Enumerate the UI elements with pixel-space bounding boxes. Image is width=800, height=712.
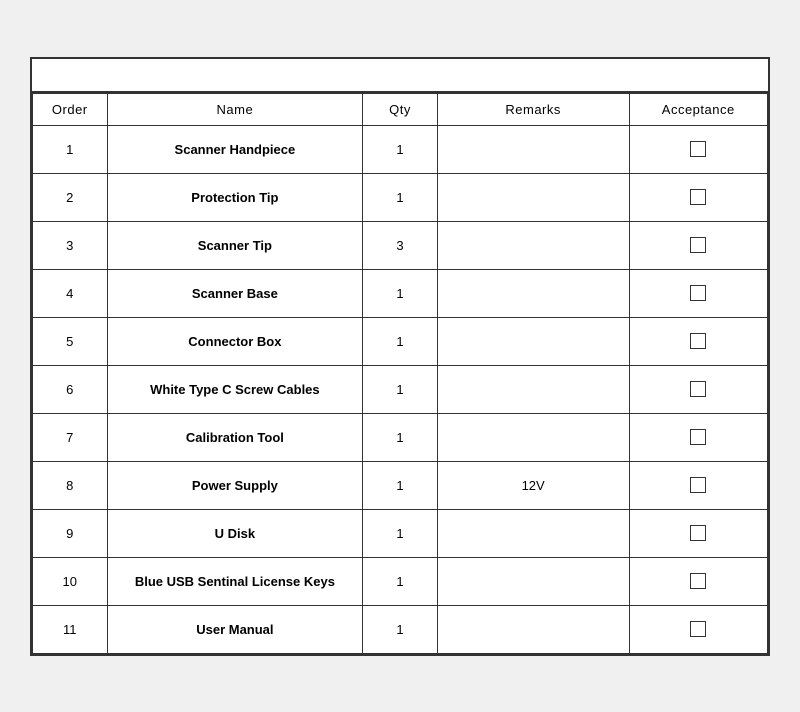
acceptance-checkbox[interactable] [690,381,706,397]
cell-name: Calibration Tool [107,413,363,461]
cell-remarks [437,317,629,365]
cell-order: 1 [33,125,108,173]
acceptance-checkbox[interactable] [690,525,706,541]
cell-remarks [437,413,629,461]
cell-acceptance[interactable] [629,269,768,317]
cell-qty: 1 [363,605,438,653]
table-row: 1Scanner Handpiece1 [33,125,768,173]
cell-acceptance[interactable] [629,317,768,365]
cell-qty: 1 [363,365,438,413]
table-row: 2Protection Tip1 [33,173,768,221]
cell-order: 9 [33,509,108,557]
cell-acceptance[interactable] [629,605,768,653]
cell-order: 2 [33,173,108,221]
cell-order: 10 [33,557,108,605]
cell-order: 11 [33,605,108,653]
table-row: 10Blue USB Sentinal License Keys1 [33,557,768,605]
table-header-row: Order Name Qty Remarks Acceptance [33,93,768,125]
cell-name: Scanner Handpiece [107,125,363,173]
checklist-table: Order Name Qty Remarks Acceptance 1Scann… [32,93,768,654]
cell-order: 4 [33,269,108,317]
cell-name: White Type C Screw Cables [107,365,363,413]
cell-order: 5 [33,317,108,365]
cell-name: U Disk [107,509,363,557]
cell-acceptance[interactable] [629,461,768,509]
cell-name: Scanner Base [107,269,363,317]
table-row: 9U Disk1 [33,509,768,557]
cell-name: User Manual [107,605,363,653]
cell-qty: 1 [363,461,438,509]
acceptance-checkbox[interactable] [690,573,706,589]
acceptance-checkbox[interactable] [690,237,706,253]
cell-remarks [437,365,629,413]
cell-acceptance[interactable] [629,173,768,221]
cell-remarks [437,605,629,653]
cell-acceptance[interactable] [629,221,768,269]
cell-qty: 1 [363,557,438,605]
table-row: 7Calibration Tool1 [33,413,768,461]
table-row: 8Power Supply112V [33,461,768,509]
cell-remarks: 12V [437,461,629,509]
cell-remarks [437,509,629,557]
acceptance-checkbox[interactable] [690,429,706,445]
cell-qty: 1 [363,413,438,461]
acceptance-checkbox[interactable] [690,285,706,301]
acceptance-checkbox[interactable] [690,477,706,493]
cell-remarks [437,269,629,317]
cell-qty: 1 [363,317,438,365]
cell-remarks [437,125,629,173]
checklist-title [32,59,768,93]
cell-remarks [437,221,629,269]
table-row: 6White Type C Screw Cables1 [33,365,768,413]
col-header-name: Name [107,93,363,125]
cell-name: Protection Tip [107,173,363,221]
cell-qty: 1 [363,173,438,221]
cell-qty: 1 [363,125,438,173]
acceptance-checkbox[interactable] [690,189,706,205]
col-header-qty: Qty [363,93,438,125]
cell-name: Power Supply [107,461,363,509]
col-header-order: Order [33,93,108,125]
cell-name: Scanner Tip [107,221,363,269]
cell-qty: 1 [363,269,438,317]
cell-acceptance[interactable] [629,365,768,413]
table-row: 4Scanner Base1 [33,269,768,317]
table-row: 5Connector Box1 [33,317,768,365]
cell-name: Blue USB Sentinal License Keys [107,557,363,605]
cell-qty: 3 [363,221,438,269]
cell-remarks [437,557,629,605]
cell-remarks [437,173,629,221]
cell-order: 3 [33,221,108,269]
cell-acceptance[interactable] [629,557,768,605]
cell-acceptance[interactable] [629,413,768,461]
acceptance-checkbox[interactable] [690,621,706,637]
cell-order: 6 [33,365,108,413]
cell-order: 7 [33,413,108,461]
cell-acceptance[interactable] [629,509,768,557]
col-header-remarks: Remarks [437,93,629,125]
acceptance-checkbox[interactable] [690,141,706,157]
acceptance-checkbox[interactable] [690,333,706,349]
table-row: 3Scanner Tip3 [33,221,768,269]
table-row: 11User Manual1 [33,605,768,653]
cell-qty: 1 [363,509,438,557]
col-header-acceptance: Acceptance [629,93,768,125]
cell-acceptance[interactable] [629,125,768,173]
cell-order: 8 [33,461,108,509]
table-body: 1Scanner Handpiece12Protection Tip13Scan… [33,125,768,653]
checklist-container: Order Name Qty Remarks Acceptance 1Scann… [30,57,770,656]
cell-name: Connector Box [107,317,363,365]
